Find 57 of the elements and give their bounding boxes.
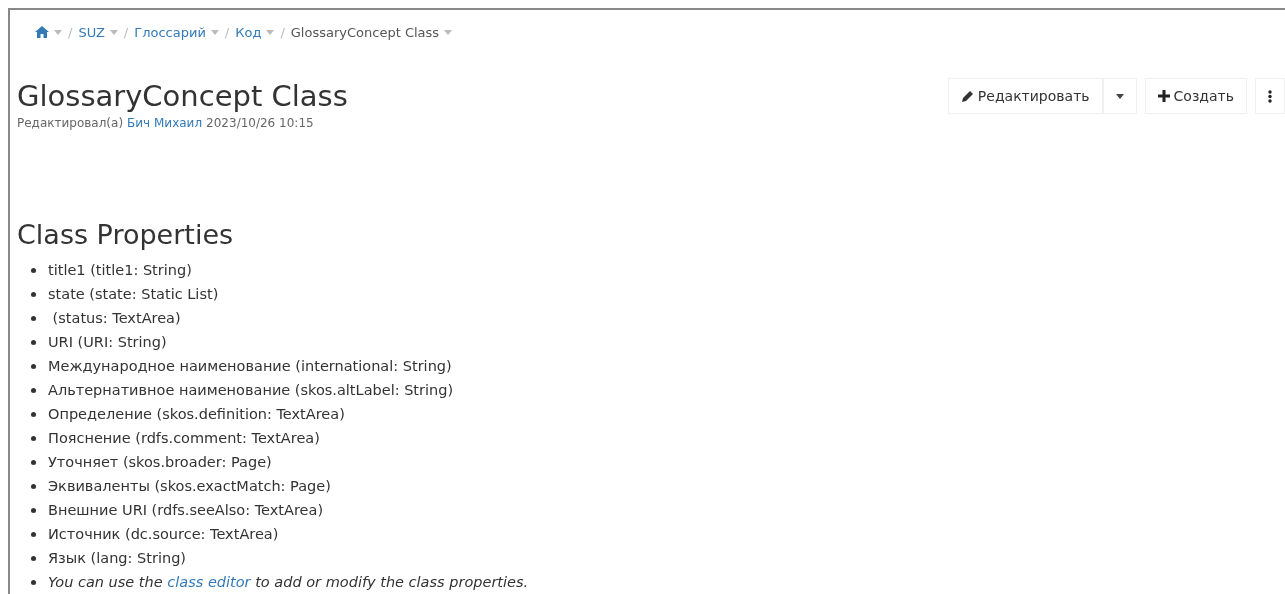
caret-icon[interactable] bbox=[109, 29, 118, 35]
edit-date: 2023/10/26 10:15 bbox=[206, 116, 314, 130]
more-icon bbox=[1268, 89, 1272, 103]
breadcrumb-separator: / bbox=[224, 24, 230, 40]
property-item: Внешние URI (rdfs.seeAlso: TextArea) bbox=[48, 502, 324, 518]
page-title: GlossaryConcept Class bbox=[17, 78, 348, 115]
create-button[interactable]: Создать bbox=[1144, 78, 1247, 114]
bullet-icon bbox=[31, 459, 36, 465]
section-title: Class Properties bbox=[17, 218, 235, 252]
bullet-icon bbox=[31, 291, 36, 297]
bullet-icon bbox=[31, 363, 36, 369]
plus-icon bbox=[1157, 90, 1170, 102]
pencil-icon bbox=[960, 89, 974, 103]
bullet-icon bbox=[31, 411, 36, 417]
home-link[interactable] bbox=[35, 26, 49, 38]
bullet-icon bbox=[31, 315, 36, 321]
home-icon bbox=[35, 26, 49, 38]
property-item: Альтернативное наименование (skos.altLabel: String) bbox=[48, 382, 454, 398]
bullet-icon bbox=[31, 267, 36, 273]
breadcrumb-link[interactable]: Глоссарий bbox=[134, 24, 206, 40]
bullet-icon bbox=[31, 483, 36, 489]
property-item: URI (URI: String) bbox=[48, 334, 167, 350]
caret-icon[interactable] bbox=[444, 29, 453, 35]
edit-menu-button[interactable] bbox=[1102, 78, 1137, 114]
property-item: Международное наименование (international: String) bbox=[48, 358, 452, 374]
property-item: (status: TextArea) bbox=[51, 310, 181, 326]
bullet-icon bbox=[31, 507, 36, 513]
breadcrumb-current: GlossaryConcept Class bbox=[290, 24, 440, 40]
breadcrumb-separator: / bbox=[123, 24, 129, 40]
edit-button[interactable]: Редактировать bbox=[947, 78, 1103, 114]
edited-by-label: Редактировал(а) bbox=[17, 116, 124, 130]
class-editor-link[interactable]: class editor bbox=[167, 574, 251, 590]
bullet-icon bbox=[31, 579, 36, 585]
breadcrumb-separator: / bbox=[68, 24, 73, 40]
bullet-icon bbox=[31, 555, 36, 561]
caret-icon[interactable] bbox=[266, 29, 275, 35]
caret-icon bbox=[1115, 93, 1124, 99]
property-item: Пояснение (rdfs.comment: TextArea) bbox=[48, 430, 320, 446]
property-item: Эквиваленты (skos.exactMatch: Page) bbox=[48, 478, 331, 494]
breadcrumb-link[interactable]: SUZ bbox=[78, 24, 105, 40]
caret-icon[interactable] bbox=[210, 29, 219, 35]
property-item: state (state: Static List) bbox=[48, 286, 219, 302]
more-button[interactable] bbox=[1255, 78, 1285, 114]
hint-text: You can use the class editor to add or modify the class properties. bbox=[48, 574, 529, 590]
author-link[interactable]: Бич Михаил bbox=[127, 116, 203, 130]
property-item: Определение (skos.definition: TextArea) bbox=[48, 406, 345, 422]
bullet-icon bbox=[31, 387, 36, 393]
caret-icon[interactable] bbox=[54, 29, 62, 35]
property-item: Язык (lang: String) bbox=[48, 550, 186, 566]
bullet-icon bbox=[31, 435, 36, 441]
breadcrumb-separator: / bbox=[280, 24, 285, 40]
property-item: title1 (title1: String) bbox=[48, 262, 192, 278]
property-item: Уточняет (skos.broader: Page) bbox=[48, 454, 272, 470]
bullet-icon bbox=[31, 531, 36, 537]
bullet-icon bbox=[31, 339, 36, 345]
breadcrumb-link[interactable]: Код bbox=[235, 24, 262, 40]
property-item: Источник (dc.source: TextArea) bbox=[48, 526, 279, 542]
